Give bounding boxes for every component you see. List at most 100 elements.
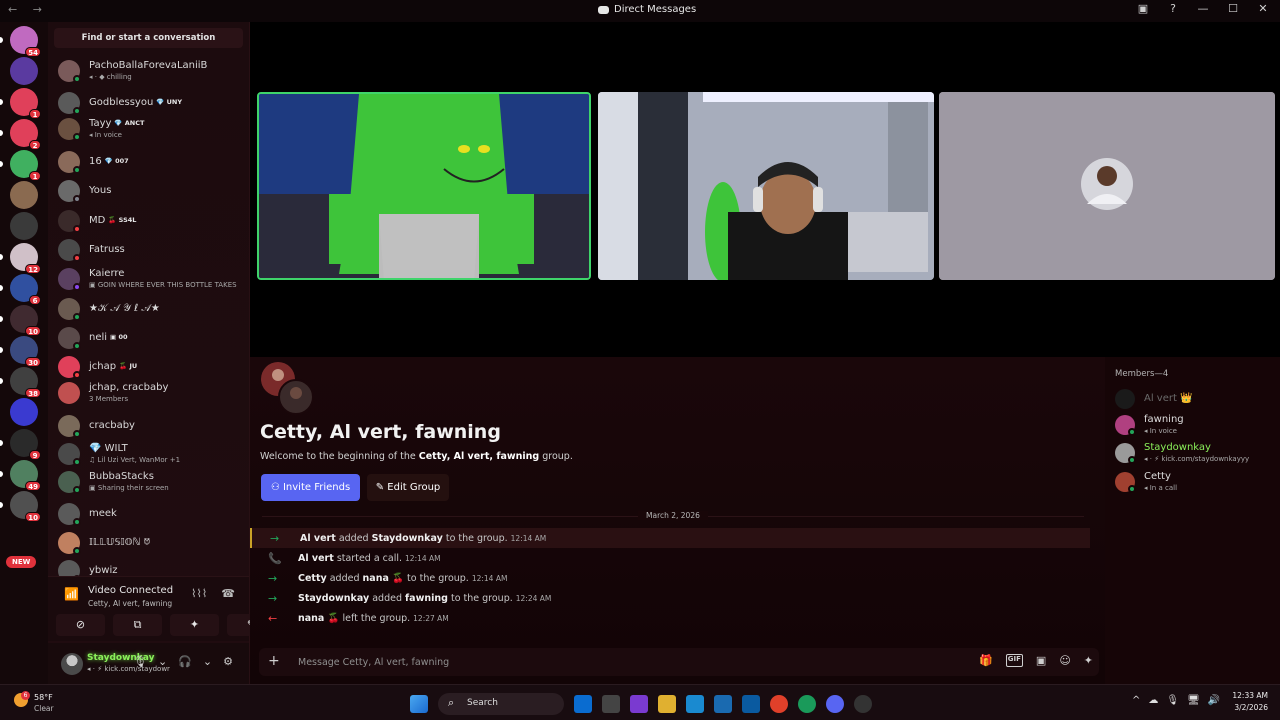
gear-icon[interactable]: ⚙ — [223, 655, 233, 668]
server-icon[interactable]: 12 — [0, 243, 41, 274]
taskbar-app-icon[interactable] — [714, 695, 732, 713]
member-item[interactable]: fawning ◂ In voice — [1115, 413, 1275, 439]
member-item[interactable]: Al vert 👑 — [1115, 387, 1275, 413]
dm-item[interactable]: meek — [58, 499, 244, 527]
dm-item[interactable]: ★𝒦 𝒜 𝒴 ℓ 𝒜★ — [58, 294, 244, 322]
user-avatar[interactable] — [61, 653, 83, 675]
nav-arrows[interactable]: ← → — [8, 3, 48, 16]
server-icon[interactable]: 1 — [0, 150, 41, 181]
server-icon[interactable]: 38 — [0, 367, 41, 398]
message-actor[interactable]: Cetty — [298, 573, 327, 584]
taskbar-app-icon[interactable] — [798, 695, 816, 713]
server-icon[interactable]: 6 — [0, 274, 41, 305]
close-icon[interactable]: ✕ — [1256, 2, 1270, 15]
screen-share-button[interactable]: ⧉ — [113, 614, 162, 636]
help-icon[interactable]: ? — [1166, 2, 1180, 15]
taskbar-app-icon[interactable] — [742, 695, 760, 713]
display-icon[interactable]: 🖥 — [1187, 695, 1200, 706]
message-actor[interactable]: nana 🍒 — [298, 613, 339, 624]
server-icon[interactable]: 2 — [0, 119, 41, 150]
disconnect-icon[interactable]: ☎ — [221, 587, 235, 600]
server-icon[interactable]: 1 — [0, 88, 41, 119]
message-actor[interactable]: Al vert — [298, 553, 334, 564]
server-icon[interactable] — [10, 181, 38, 209]
message-target[interactable]: fawning — [405, 593, 448, 604]
message-target[interactable]: Staydownkay — [372, 533, 443, 544]
dm-item[interactable]: neli ▣ 00 — [58, 323, 244, 351]
taskbar-app-icon[interactable] — [854, 695, 872, 713]
server-icon[interactable]: 30 — [0, 336, 41, 367]
video-tile-3[interactable] — [939, 92, 1275, 280]
dm-item[interactable]: Kaierre ▣ GOIN WHERE EVER THIS BOTTLE TAK… — [58, 264, 244, 292]
sticker-icon[interactable]: ▣ — [1036, 654, 1046, 667]
server-icon[interactable]: 54 — [0, 26, 41, 57]
dm-item[interactable]: Yous — [58, 176, 244, 204]
taskbar-app-icon[interactable] — [602, 695, 620, 713]
dm-item[interactable]: 𝕀𝕃𝕃𝕌𝕊𝕀𝕆ℕ 😈 — [58, 528, 244, 556]
member-item[interactable]: Staydownkay ◂ · ⚡ kick.com/staydownkayyy — [1115, 441, 1275, 467]
video-tile-1[interactable] — [257, 92, 591, 280]
message-actor[interactable]: Staydownkay — [298, 593, 369, 604]
server-icon[interactable]: 10 — [0, 491, 41, 522]
server-icon[interactable]: 10 — [0, 305, 41, 336]
server-icon[interactable] — [10, 57, 38, 85]
member-item[interactable]: Cetty ◂ In a call — [1115, 470, 1275, 496]
mic-icon[interactable]: 🎙 — [1166, 695, 1179, 706]
dm-name-text: 16 — [89, 156, 102, 167]
taskbar-app-icon[interactable] — [574, 695, 592, 713]
minimize-icon[interactable]: — — [1196, 2, 1210, 15]
emoji-icon[interactable]: ☺ — [1059, 654, 1070, 667]
dm-item[interactable]: jchap, cracbaby 3 Members — [58, 378, 244, 406]
chevron-down-icon[interactable]: ⌄ — [158, 655, 167, 668]
headphones-icon[interactable]: 🎧 — [178, 655, 192, 668]
mic-icon[interactable]: 🎙 — [133, 655, 147, 668]
signal-icon[interactable]: 📶 — [64, 587, 79, 601]
new-servers-pill[interactable]: NEW — [6, 556, 37, 568]
video-tile-2[interactable] — [598, 92, 934, 280]
dm-item[interactable]: jchap 🍒 JU — [58, 352, 244, 380]
server-icon[interactable] — [10, 398, 38, 426]
windows-start-icon[interactable] — [410, 695, 428, 713]
find-conversation-button[interactable]: Find or start a conversation — [54, 28, 243, 48]
dm-item[interactable]: ybwiz — [58, 556, 244, 576]
invite-friends-button[interactable]: ⚇ Invite Friends — [261, 474, 360, 501]
dm-item[interactable]: Godblessyou 💎 UNY — [58, 88, 244, 116]
message-actor[interactable]: Al vert — [300, 533, 336, 544]
server-icon[interactable] — [10, 212, 38, 240]
plus-icon[interactable]: + — [268, 653, 280, 669]
activities-button[interactable]: ✦ — [170, 614, 219, 636]
edit-group-button[interactable]: ✎ Edit Group — [367, 474, 449, 501]
cloud-icon[interactable]: ☁ — [1148, 695, 1158, 706]
taskbar-search[interactable]: ⌕ Search — [438, 693, 564, 715]
server-icon[interactable]: 9 — [0, 429, 41, 460]
taskbar-app-icon[interactable] — [630, 695, 648, 713]
inbox-icon[interactable]: ▣ — [1136, 2, 1150, 15]
soundboard-icon[interactable]: ⌇⌇⌇ — [191, 587, 207, 600]
chevron-up-icon[interactable]: ^ — [1132, 695, 1140, 706]
gift-icon[interactable]: 🎁 — [979, 654, 993, 667]
message-input[interactable]: Message Cetty, Al vert, fawning — [298, 657, 449, 668]
voice-channel[interactable]: Cetty, Al vert, fawning — [88, 599, 172, 608]
dm-item[interactable]: cracbaby — [58, 411, 244, 439]
dm-item[interactable]: Tayy 💎 ANCT ◂ In voice — [58, 114, 244, 142]
gif-icon[interactable]: GIF — [1005, 654, 1023, 667]
clock[interactable]: 12:33 AM 3/2/2026 — [1230, 690, 1268, 714]
message-action: added — [338, 533, 369, 544]
dm-item[interactable]: Fatruss — [58, 235, 244, 263]
volume-icon[interactable]: 🔊 — [1208, 695, 1220, 706]
chevron-down-icon[interactable]: ⌄ — [203, 655, 212, 668]
taskbar-app-icon[interactable] — [770, 695, 788, 713]
dm-item[interactable]: 💎 WILT ♫ Lil Uzi Vert, WanMor +1 — [58, 439, 244, 467]
server-icon[interactable]: 49 — [0, 460, 41, 491]
dm-item[interactable]: BubbaStacks ▣ Sharing their screen — [58, 467, 244, 495]
message-target[interactable]: nana 🍒 — [363, 573, 404, 584]
dm-item[interactable]: 16 💎 007 — [58, 147, 244, 175]
taskbar-app-icon[interactable] — [658, 695, 676, 713]
taskbar-app-icon[interactable] — [686, 695, 704, 713]
camera-off-button[interactable]: ⊘ — [56, 614, 105, 636]
apps-icon[interactable]: ✦ — [1084, 654, 1093, 667]
dm-item[interactable]: PachoBallaForevaLaniiB ◂ · ◆ chilling — [58, 56, 244, 84]
taskbar-app-icon[interactable] — [826, 695, 844, 713]
dm-item[interactable]: MD 🍒 SS4L — [58, 206, 244, 234]
maximize-icon[interactable]: ☐ — [1226, 2, 1240, 15]
